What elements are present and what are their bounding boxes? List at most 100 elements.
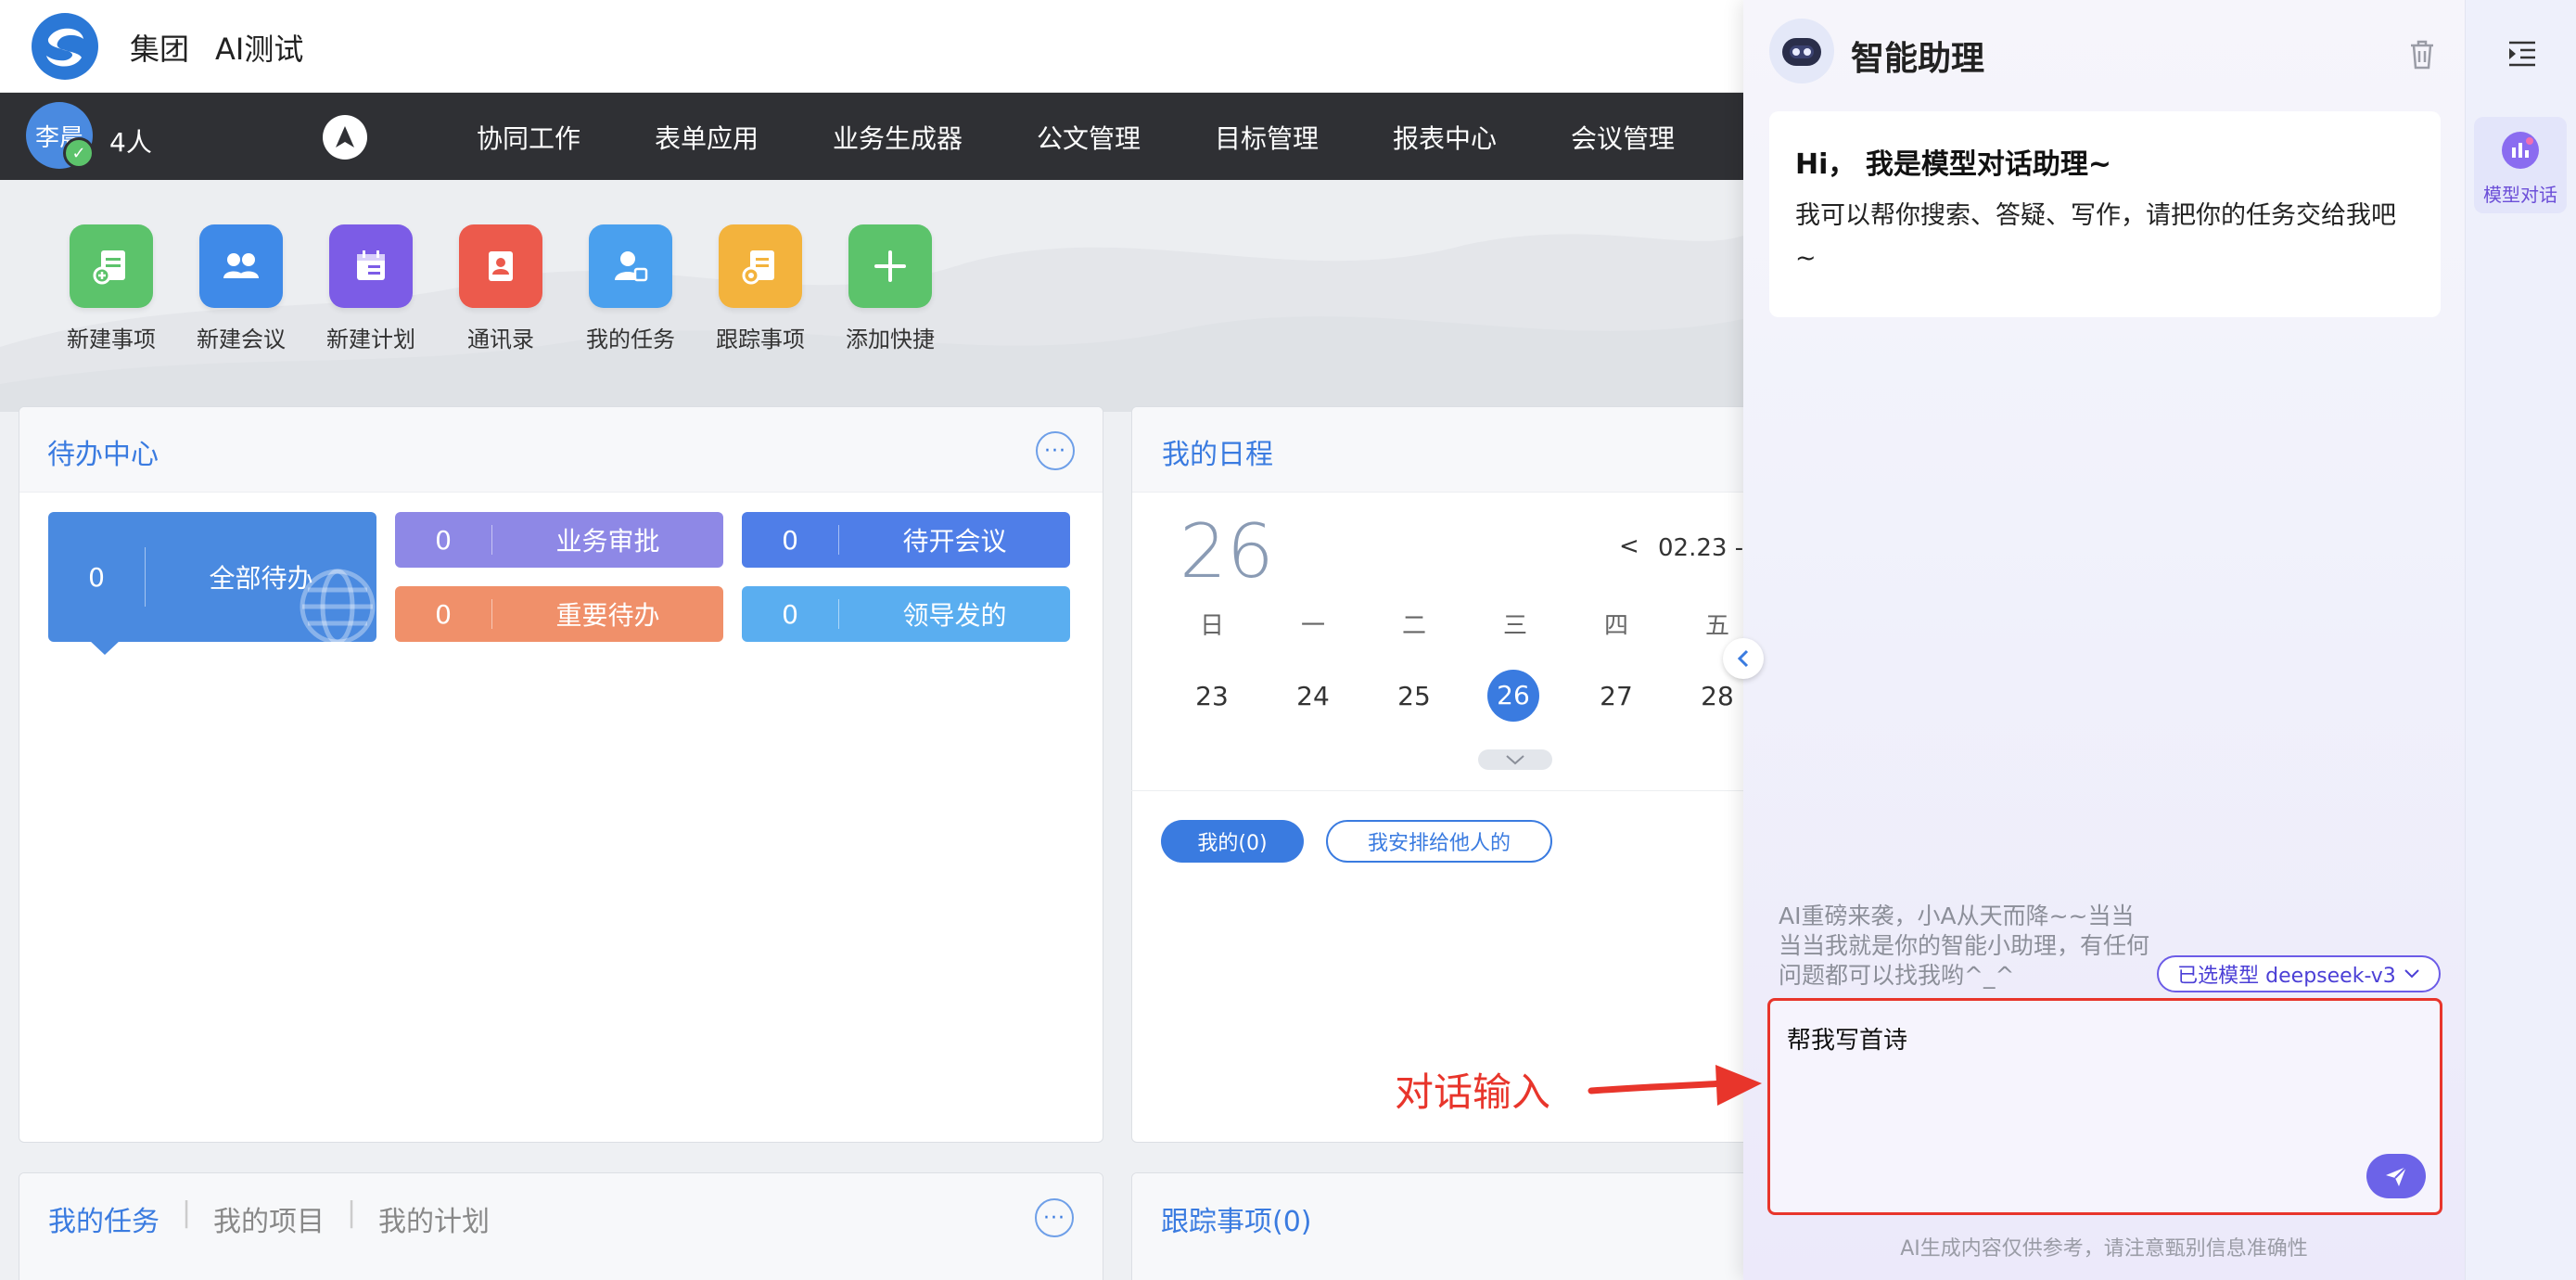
tab-my-tasks[interactable]: 我的任务 xyxy=(48,1198,159,1239)
todo-leader[interactable]: 0 领导发的 xyxy=(742,586,1070,642)
collapse-panel-icon[interactable] xyxy=(2506,37,2539,70)
company-name: 集团 xyxy=(130,32,190,67)
quick-action-add-shortcut[interactable]: 添加快捷 xyxy=(825,224,955,353)
nav-item-meetings[interactable]: 会议管理 xyxy=(1571,119,1675,156)
todo-important[interactable]: 0 重要待办 xyxy=(395,586,723,642)
nav-item-collab[interactable]: 协同工作 xyxy=(477,119,580,156)
my-tasks-icon xyxy=(589,224,672,308)
nav-item-goals[interactable]: 目标管理 xyxy=(1215,119,1319,156)
ai-disclaimer: AI生成内容仅供参考，请注意甄别信息准确性 xyxy=(1900,1237,2308,1261)
calendar-day-selected[interactable]: 26 xyxy=(1487,670,1539,722)
todo-all[interactable]: 0 全部待办 xyxy=(48,512,376,642)
chevron-down-icon xyxy=(1506,755,1524,765)
quick-action-label: 通讯录 xyxy=(467,326,534,352)
todo-label: 领导发的 xyxy=(902,600,1007,631)
panel-header xyxy=(19,407,1103,493)
tab-my-projects[interactable]: 我的项目 xyxy=(213,1198,325,1239)
divider xyxy=(1131,790,1743,791)
greeting-title: Hi， 我是模型对话助理~ xyxy=(1795,148,2111,181)
todo-meeting[interactable]: 0 待开会议 xyxy=(742,512,1070,568)
globe-icon xyxy=(300,569,376,642)
quick-action-new-plan[interactable]: 新建计划 xyxy=(306,224,436,353)
tracking-icon xyxy=(719,224,802,308)
filter-mine[interactable]: 我的(0) xyxy=(1161,820,1304,863)
assistant-title: 智能助理 xyxy=(1851,40,1985,78)
weekday-label: 二 xyxy=(1401,612,1426,640)
weekday-label: 日 xyxy=(1199,612,1224,640)
model-selector[interactable]: 已选模型 deepseek-v3 xyxy=(2157,955,2441,992)
todo-count: 0 xyxy=(435,598,452,630)
quick-action-label: 新建会议 xyxy=(197,326,286,352)
send-icon xyxy=(2386,1166,2407,1186)
quick-action-label: 跟踪事项 xyxy=(716,326,805,352)
panel-title: 待办中心 xyxy=(47,439,159,471)
new-item-icon xyxy=(70,224,153,308)
tab-separator: | xyxy=(182,1197,192,1229)
panel-toggle-button[interactable] xyxy=(1723,638,1764,679)
quick-action-label: 新建计划 xyxy=(326,326,415,352)
send-button[interactable] xyxy=(2366,1154,2426,1198)
side-tab-model-chat[interactable]: 模型对话 xyxy=(2474,117,2567,213)
expand-calendar-button[interactable] xyxy=(1478,749,1552,770)
weekday-label: 四 xyxy=(1603,612,1628,640)
panel-title: 我的日程 xyxy=(1162,439,1273,471)
model-selector-label: 已选模型 deepseek-v3 xyxy=(2177,965,2396,988)
weekday-label: 五 xyxy=(1704,612,1729,640)
todo-label: 待开会议 xyxy=(902,526,1007,557)
nav-item-forms[interactable]: 表单应用 xyxy=(655,119,759,156)
annotation-label: 对话输入 xyxy=(1395,1069,1551,1115)
calendar-day[interactable]: 24 xyxy=(1285,672,1341,722)
chat-input[interactable] xyxy=(1767,998,2442,1215)
navigation-icon[interactable] xyxy=(323,115,367,160)
weekday-label: 一 xyxy=(1300,612,1325,640)
quick-action-my-tasks[interactable]: 我的任务 xyxy=(566,224,695,353)
tab-separator: | xyxy=(347,1197,357,1229)
online-check-icon: ✓ xyxy=(63,137,95,169)
assistant-tip: AI重磅来袭，小A从天而降~~当当当当我就是你的智能小助理，有任何问题都可以找我… xyxy=(1779,902,2150,989)
greeting-body: 我可以帮你搜索、答疑、写作，请把你的任务交给我吧~ xyxy=(1795,201,2396,273)
todo-count: 0 xyxy=(435,524,452,556)
annotation-arrow-icon xyxy=(1588,1065,1762,1106)
filter-assigned[interactable]: 我安排给他人的 xyxy=(1326,820,1552,863)
plus-icon xyxy=(848,224,932,308)
more-icon[interactable]: ··· xyxy=(1036,431,1075,470)
quick-action-label: 新建事项 xyxy=(67,326,156,352)
quick-action-tracking[interactable]: 跟踪事项 xyxy=(695,224,825,353)
weekday-label: 三 xyxy=(1502,612,1527,640)
quick-action-new-item[interactable]: 新建事项 xyxy=(46,224,176,353)
prev-week-button[interactable]: < xyxy=(1619,532,1639,560)
date-range: 02.23 - xyxy=(1658,534,1744,562)
contacts-icon xyxy=(459,224,542,308)
quick-action-label: 我的任务 xyxy=(586,326,675,352)
calendar-day[interactable]: 27 xyxy=(1588,672,1644,722)
nav-item-documents[interactable]: 公文管理 xyxy=(1037,119,1141,156)
calendar-day[interactable]: 23 xyxy=(1184,672,1240,722)
todo-count: 0 xyxy=(782,598,798,630)
people-count[interactable]: 4人 xyxy=(109,122,152,160)
trash-icon[interactable] xyxy=(2407,39,2437,70)
big-date: 26 xyxy=(1180,508,1274,595)
side-tab-label: 模型对话 xyxy=(2483,184,2557,206)
chat-model-icon xyxy=(2502,132,2539,169)
panel-title: 跟踪事项(0) xyxy=(1161,1206,1312,1238)
todo-label: 业务审批 xyxy=(555,526,660,557)
pointer-icon xyxy=(89,640,121,655)
quick-action-label: 添加快捷 xyxy=(846,326,935,352)
tab-my-plans[interactable]: 我的计划 xyxy=(378,1198,490,1239)
robot-icon xyxy=(1769,19,1834,83)
nav-item-reports[interactable]: 报表中心 xyxy=(1393,119,1497,156)
nav-item-builder[interactable]: 业务生成器 xyxy=(833,119,963,156)
todo-count: 0 xyxy=(88,561,105,593)
company-logo xyxy=(32,13,98,80)
calendar-day[interactable]: 28 xyxy=(1690,672,1745,722)
chevron-left-icon xyxy=(1737,649,1749,668)
more-icon[interactable]: ··· xyxy=(1035,1198,1074,1237)
todo-label: 重要待办 xyxy=(555,600,660,631)
quick-action-contacts[interactable]: 通讯录 xyxy=(436,224,566,353)
module-name: AI测试 xyxy=(215,32,304,67)
calendar-day[interactable]: 25 xyxy=(1386,672,1442,722)
new-meeting-icon xyxy=(199,224,283,308)
quick-action-new-meeting[interactable]: 新建会议 xyxy=(176,224,306,353)
todo-approval[interactable]: 0 业务审批 xyxy=(395,512,723,568)
chevron-down-icon xyxy=(2404,969,2419,979)
